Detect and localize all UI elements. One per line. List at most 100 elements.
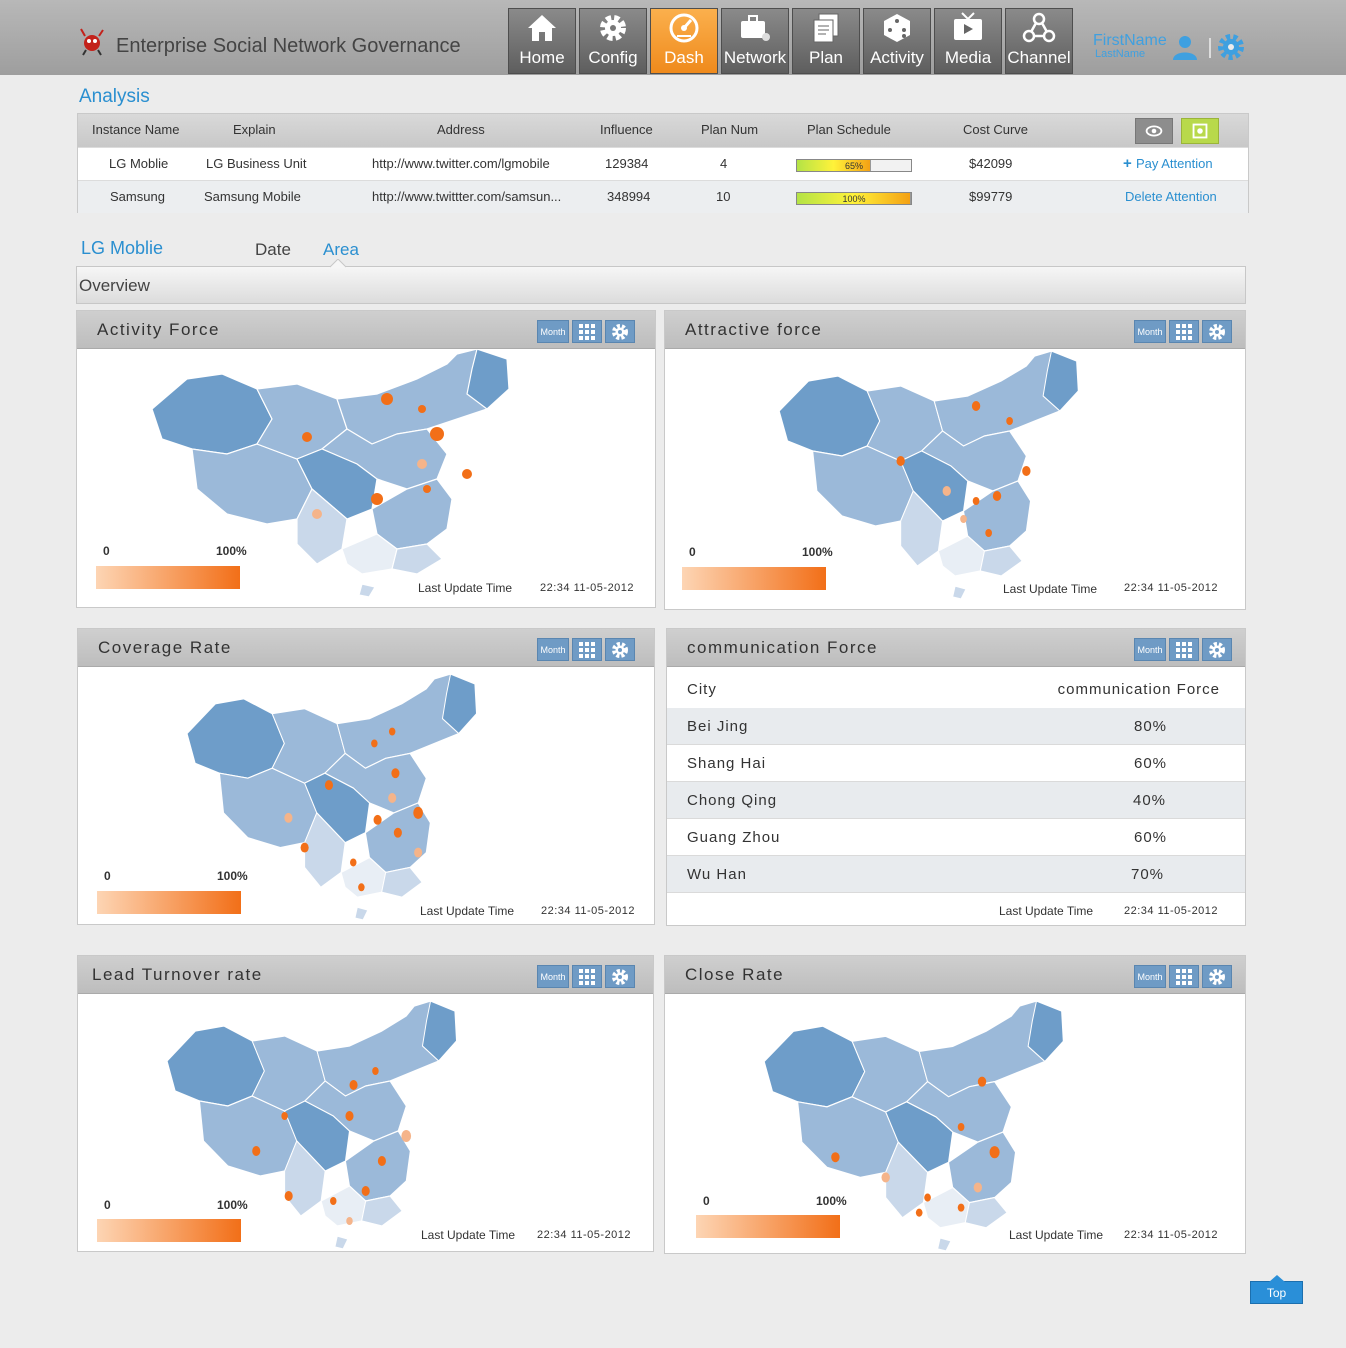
map-region[interactable]: [951, 585, 967, 600]
nav-channel[interactable]: Channel: [1005, 8, 1073, 74]
nav-network[interactable]: Network: [721, 8, 789, 74]
map-region[interactable]: [936, 1237, 952, 1252]
city-marker[interactable]: [881, 1172, 890, 1183]
view-button[interactable]: [1135, 118, 1173, 144]
city-marker[interactable]: [417, 459, 427, 469]
city-marker[interactable]: [330, 1197, 337, 1205]
city-marker[interactable]: [358, 883, 365, 892]
table-row[interactable]: LG Moblie LG Business Unit http://www.tw…: [78, 147, 1248, 180]
city-marker[interactable]: [989, 1146, 1000, 1159]
user-last-name[interactable]: LastName: [1095, 48, 1145, 60]
map-region[interactable]: [763, 1025, 866, 1108]
tab-date[interactable]: Date: [255, 240, 291, 260]
grid-view-button[interactable]: [1169, 638, 1199, 661]
china-map[interactable]: [163, 1001, 463, 1251]
city-marker[interactable]: [284, 812, 293, 823]
table-row[interactable]: Shang Hai 60%: [667, 745, 1245, 782]
map-region[interactable]: [186, 698, 285, 779]
city-marker[interactable]: [1006, 417, 1013, 425]
panel-settings-button[interactable]: [605, 965, 635, 988]
city-marker[interactable]: [302, 432, 312, 442]
back-to-top-button[interactable]: Top: [1250, 1275, 1303, 1304]
month-button[interactable]: Month: [1134, 320, 1166, 343]
map-region[interactable]: [381, 866, 423, 898]
map-region[interactable]: [947, 1131, 1017, 1204]
nav-config[interactable]: Config: [579, 8, 647, 74]
map-region[interactable]: [354, 906, 369, 921]
table-row[interactable]: Bei Jing 80%: [667, 708, 1245, 745]
month-button[interactable]: Month: [1134, 638, 1166, 661]
china-map[interactable]: [775, 351, 1085, 601]
city-marker[interactable]: [345, 1111, 354, 1121]
row-address[interactable]: http://www.twitter.com/lgmobile: [372, 148, 550, 180]
nav-media[interactable]: Media: [934, 8, 1002, 74]
city-marker[interactable]: [896, 456, 905, 466]
map-region[interactable]: [334, 1235, 349, 1250]
map-region[interactable]: [979, 545, 1023, 577]
city-marker[interactable]: [349, 1080, 358, 1090]
city-marker[interactable]: [252, 1146, 261, 1156]
map-region[interactable]: [361, 1195, 403, 1227]
map-region[interactable]: [371, 478, 453, 550]
city-marker[interactable]: [372, 1067, 379, 1075]
city-marker[interactable]: [388, 793, 397, 803]
city-marker[interactable]: [960, 515, 967, 523]
grid-view-button[interactable]: [572, 638, 602, 661]
map-region[interactable]: [358, 583, 376, 598]
city-marker[interactable]: [381, 393, 393, 405]
city-marker[interactable]: [373, 814, 382, 825]
city-marker[interactable]: [361, 1186, 370, 1196]
city-marker[interactable]: [371, 493, 383, 505]
table-row[interactable]: Guang Zhou 60%: [667, 819, 1245, 856]
month-button[interactable]: Month: [537, 638, 569, 661]
city-marker[interactable]: [423, 485, 431, 493]
panel-settings-button[interactable]: [1202, 638, 1232, 661]
pay-attention-link[interactable]: + Pay Attention: [1123, 148, 1213, 180]
city-marker[interactable]: [391, 768, 400, 779]
city-marker[interactable]: [284, 1191, 293, 1201]
map-region[interactable]: [778, 375, 881, 457]
map-region[interactable]: [166, 1025, 265, 1107]
tab-area[interactable]: Area: [323, 240, 359, 260]
city-marker[interactable]: [281, 1112, 288, 1120]
china-map[interactable]: [183, 674, 483, 922]
city-marker[interactable]: [388, 727, 396, 736]
city-marker[interactable]: [942, 486, 951, 496]
grid-view-button[interactable]: [1169, 320, 1199, 343]
city-marker[interactable]: [977, 1076, 987, 1087]
nav-plan[interactable]: Plan: [792, 8, 860, 74]
map-region[interactable]: [344, 1130, 411, 1202]
settings-icon[interactable]: [1216, 32, 1246, 62]
nav-dash[interactable]: Dash: [650, 8, 718, 74]
export-button[interactable]: [1181, 118, 1219, 144]
table-row[interactable]: Wu Han 70%: [667, 856, 1245, 893]
city-marker[interactable]: [413, 806, 423, 819]
city-marker[interactable]: [957, 1122, 965, 1132]
month-button[interactable]: Month: [1134, 965, 1166, 988]
map-region[interactable]: [964, 1196, 1008, 1229]
table-row[interactable]: Chong Qing 40%: [667, 782, 1245, 819]
china-map[interactable]: [147, 349, 517, 599]
city-marker[interactable]: [401, 1130, 412, 1142]
city-marker[interactable]: [831, 1152, 840, 1163]
city-marker[interactable]: [324, 780, 333, 791]
panel-settings-button[interactable]: [605, 638, 635, 661]
map-region[interactable]: [391, 543, 443, 575]
city-marker[interactable]: [957, 1203, 965, 1212]
city-marker[interactable]: [924, 1193, 931, 1202]
grid-view-button[interactable]: [572, 320, 602, 343]
city-marker[interactable]: [312, 509, 322, 519]
grid-view-button[interactable]: [572, 965, 602, 988]
city-marker[interactable]: [350, 858, 357, 867]
row-address[interactable]: http://www.twittter.com/samsun...: [372, 181, 561, 213]
month-button[interactable]: Month: [537, 320, 569, 343]
city-marker[interactable]: [971, 401, 981, 411]
city-marker[interactable]: [430, 427, 444, 441]
city-marker[interactable]: [393, 827, 402, 838]
table-row[interactable]: Samsung Samsung Mobile http://www.twittt…: [78, 180, 1248, 213]
city-marker[interactable]: [414, 847, 423, 858]
city-marker[interactable]: [462, 469, 472, 479]
map-region[interactable]: [151, 373, 273, 455]
city-marker[interactable]: [1022, 466, 1031, 476]
nav-home[interactable]: Home: [508, 8, 576, 74]
